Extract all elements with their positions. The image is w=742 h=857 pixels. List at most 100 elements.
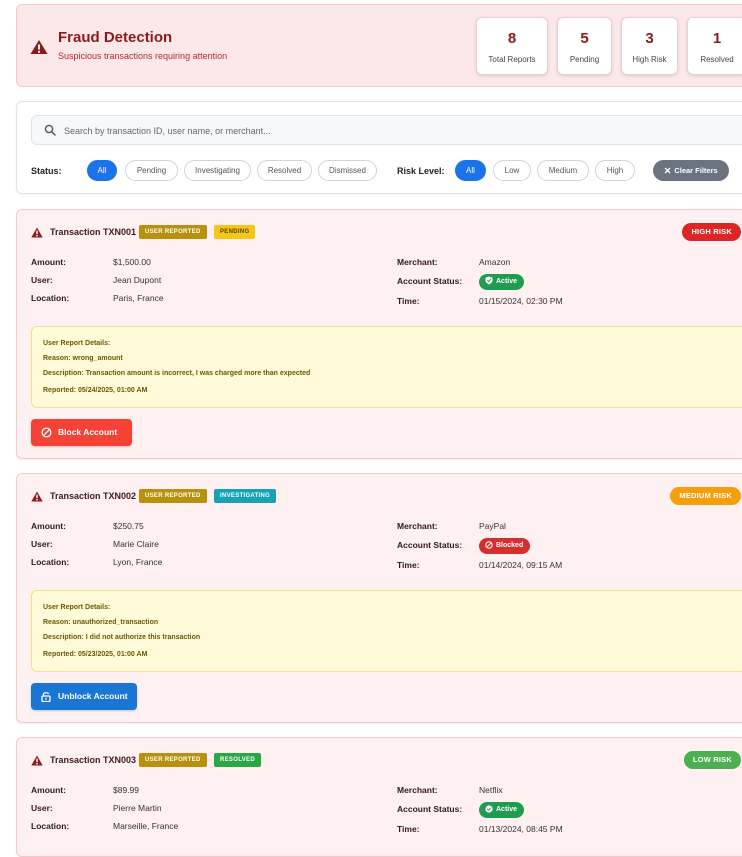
time-label: Time: — [397, 296, 420, 306]
search-icon — [44, 124, 56, 136]
user-value: Jean Dupont — [113, 275, 162, 285]
status-chip-all[interactable]: All — [87, 160, 117, 181]
report-date: Reported: 05/23/2025, 01:00 AM — [43, 651, 148, 658]
time-value: 01/14/2024, 09:15 AM — [479, 560, 563, 570]
status-filter-label: Status: — [31, 166, 62, 176]
unlock-icon — [41, 692, 51, 702]
status-chip-resolved[interactable]: Resolved — [257, 160, 312, 181]
account-status-pill: Blocked — [479, 538, 531, 554]
account-status-value: Active — [496, 278, 518, 285]
search-input[interactable] — [62, 120, 666, 142]
user-value: Marie Claire — [113, 539, 159, 549]
risk-chip-low[interactable]: Low — [493, 160, 531, 181]
stat-total-reports: 8 Total Reports — [476, 17, 548, 75]
filter-panel: Status: All Pending Investigating Resolv… — [16, 101, 742, 194]
stat-value: 8 — [507, 30, 517, 47]
location-value: Marseille, France — [113, 821, 179, 831]
account-status-label: Account Status: — [397, 540, 463, 550]
risk-chip-high[interactable]: High — [595, 160, 635, 181]
transaction-card: Transaction TXN001 USER REPORTED PENDING… — [16, 209, 742, 459]
merchant-label: Merchant: — [397, 521, 438, 531]
merchant-value: Netflix — [479, 785, 503, 795]
clear-filters-button[interactable]: Clear Filters — [653, 160, 729, 181]
unblock-account-button[interactable]: Unblock Account — [31, 683, 137, 710]
report-description: Description: I did not authorize this tr… — [43, 634, 201, 641]
merchant-label: Merchant: — [397, 257, 438, 267]
block-account-button[interactable]: Block Account — [31, 419, 132, 446]
amount-value: $250.75 — [113, 521, 144, 531]
status-chip-dismissed[interactable]: Dismissed — [318, 160, 377, 181]
report-heading: User Report Details: — [43, 340, 111, 347]
unblock-account-label: Unblock Account — [58, 691, 128, 701]
search-box[interactable] — [31, 115, 742, 145]
account-status-pill: Active — [479, 802, 525, 818]
status-chip-pending[interactable]: Pending — [125, 160, 178, 181]
user-reported-badge: USER REPORTED — [139, 225, 207, 239]
transaction-title: Transaction TXN002 — [50, 491, 137, 501]
stat-resolved: 1 Resolved — [687, 17, 742, 75]
account-status-value: Active — [496, 806, 518, 813]
stat-label: Resolved — [700, 55, 734, 64]
user-label: User: — [31, 275, 53, 285]
location-label: Location: — [31, 293, 70, 303]
location-label: Location: — [31, 821, 70, 831]
report-date: Reported: 05/24/2025, 01:00 AM — [43, 387, 148, 394]
transaction-card: Transaction TXN003 USER REPORTED RESOLVE… — [16, 737, 742, 857]
transaction-title: Transaction TXN001 — [50, 227, 137, 237]
time-label: Time: — [397, 560, 420, 570]
block-icon — [41, 427, 52, 438]
risk-badge: MEDIUM RISK — [670, 487, 741, 505]
report-description: Description: Transaction amount is incor… — [43, 370, 311, 377]
stat-value: 1 — [712, 30, 722, 47]
amount-label: Amount: — [31, 785, 66, 795]
user-reported-badge: USER REPORTED — [139, 489, 207, 503]
risk-chip-all[interactable]: All — [455, 160, 486, 181]
account-status-label: Account Status: — [397, 804, 463, 814]
block-account-label: Block Account — [58, 427, 118, 437]
stat-pending: 5 Pending — [557, 17, 612, 75]
time-value: 01/15/2024, 02:30 PM — [479, 296, 563, 306]
account-status-value: Blocked — [496, 542, 524, 549]
warning-icon — [30, 40, 48, 54]
account-status-pill: Active — [479, 274, 525, 290]
amount-label: Amount: — [31, 257, 66, 267]
user-report-details: User Report Details: Reason: wrong_amoun… — [31, 326, 742, 408]
status-badge: PENDING — [214, 225, 256, 239]
user-report-details: User Report Details: Reason: unauthorize… — [31, 590, 742, 672]
user-label: User: — [31, 539, 53, 549]
transaction-title: Transaction TXN003 — [50, 755, 137, 765]
merchant-label: Merchant: — [397, 785, 438, 795]
clear-filters-label: Clear Filters — [674, 166, 718, 175]
shield-check-icon — [485, 276, 493, 285]
merchant-value: PayPal — [479, 521, 506, 531]
block-icon — [485, 541, 493, 549]
risk-badge: LOW RISK — [683, 751, 741, 769]
close-icon — [664, 167, 671, 174]
warning-icon — [31, 491, 43, 502]
user-value: Pierre Martin — [113, 803, 162, 813]
amount-value: $89.99 — [113, 785, 139, 795]
merchant-value: Amazon — [479, 257, 511, 267]
warning-icon — [31, 755, 43, 766]
status-chip-investigating[interactable]: Investigating — [184, 160, 251, 181]
report-reason: Reason: unauthorized_transaction — [43, 619, 159, 626]
amount-label: Amount: — [31, 521, 66, 531]
risk-filter-label: Risk Level: — [397, 166, 445, 176]
page-subtitle: Suspicious transactions requiring attent… — [58, 51, 228, 61]
account-status-label: Account Status: — [397, 276, 463, 286]
stat-label: High Risk — [632, 55, 667, 64]
location-value: Lyon, France — [113, 557, 163, 567]
location-value: Paris, France — [113, 293, 164, 303]
page-title: Fraud Detection — [58, 29, 173, 46]
user-label: User: — [31, 803, 53, 813]
user-reported-badge: USER REPORTED — [139, 753, 207, 767]
amount-value: $1,500.00 — [113, 257, 151, 267]
stat-label: Pending — [569, 55, 600, 64]
check-circle-icon — [485, 805, 493, 813]
risk-chip-medium[interactable]: Medium — [537, 160, 589, 181]
transaction-card: Transaction TXN002 USER REPORTED INVESTI… — [16, 473, 742, 723]
stat-high-risk: 3 High Risk — [621, 17, 678, 75]
status-badge: INVESTIGATING — [214, 489, 277, 503]
warning-icon — [31, 227, 43, 238]
time-value: 01/13/2024, 08:45 PM — [479, 824, 563, 834]
